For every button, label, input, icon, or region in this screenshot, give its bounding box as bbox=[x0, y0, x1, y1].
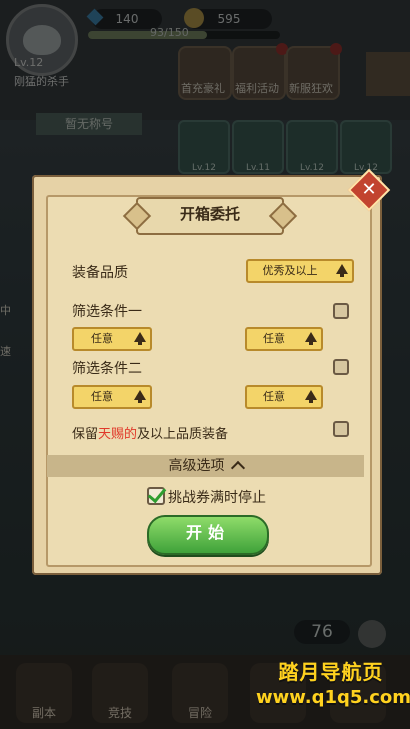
watermark-line2: www.q1q5.com bbox=[256, 687, 410, 708]
arrow-up-icon bbox=[305, 332, 317, 345]
filter2-select-b-value: 任意 bbox=[263, 390, 285, 403]
dialog-title: 开箱委托 bbox=[136, 197, 284, 235]
filter2-label: 筛选条件二 bbox=[72, 361, 142, 377]
keep-suffix: 及以上品质装备 bbox=[137, 427, 229, 442]
filter2-select-a[interactable]: 任意 bbox=[72, 385, 152, 409]
arrow-up-icon bbox=[134, 332, 146, 345]
keep-quality-label: 保留天赐的及以上品质装备 bbox=[72, 423, 228, 442]
checkmark-icon bbox=[147, 483, 167, 504]
filter1-select-b-value: 任意 bbox=[263, 332, 285, 345]
filter1-label: 筛选条件一 bbox=[72, 304, 142, 320]
filter2-select-b[interactable]: 任意 bbox=[245, 385, 323, 409]
watermark-line1: 踏月导航页 bbox=[278, 660, 384, 684]
auto-open-dialog: ✕ 开箱委托 装备品质 优秀及以上 筛选条件一 任意 任意 筛选条件二 任意 任… bbox=[32, 168, 391, 575]
filter1-select-b[interactable]: 任意 bbox=[245, 327, 323, 351]
keep-highlight: 天赐的 bbox=[98, 427, 138, 442]
quality-label: 装备品质 bbox=[72, 265, 128, 281]
chevron-up-icon bbox=[230, 460, 245, 476]
stop-when-full-checkbox[interactable] bbox=[147, 483, 167, 505]
advanced-options-label: 高级选项 bbox=[168, 458, 225, 474]
filter1-checkbox[interactable] bbox=[333, 303, 349, 319]
dialog-panel bbox=[46, 195, 372, 567]
keep-quality-checkbox[interactable] bbox=[333, 421, 349, 437]
advanced-options-toggle[interactable]: 高级选项 bbox=[47, 455, 364, 477]
keep-prefix: 保留 bbox=[72, 427, 99, 442]
filter2-checkbox[interactable] bbox=[333, 359, 349, 375]
filter1-select-a[interactable]: 任意 bbox=[72, 327, 152, 351]
start-button[interactable]: 开始 bbox=[147, 515, 269, 555]
close-icon: ✕ bbox=[361, 179, 377, 200]
filter2-select-a-value: 任意 bbox=[91, 390, 113, 403]
watermark: 踏月导航页 www.q1q5.com bbox=[256, 656, 410, 708]
arrow-up-icon bbox=[134, 390, 146, 403]
arrow-up-icon bbox=[336, 264, 348, 277]
quality-select[interactable]: 优秀及以上 bbox=[246, 259, 354, 283]
quality-select-value: 优秀及以上 bbox=[262, 264, 318, 277]
arrow-up-icon bbox=[305, 390, 317, 403]
filter1-select-a-value: 任意 bbox=[91, 332, 113, 345]
stop-when-full-label: 挑战券满时停止 bbox=[168, 490, 266, 506]
